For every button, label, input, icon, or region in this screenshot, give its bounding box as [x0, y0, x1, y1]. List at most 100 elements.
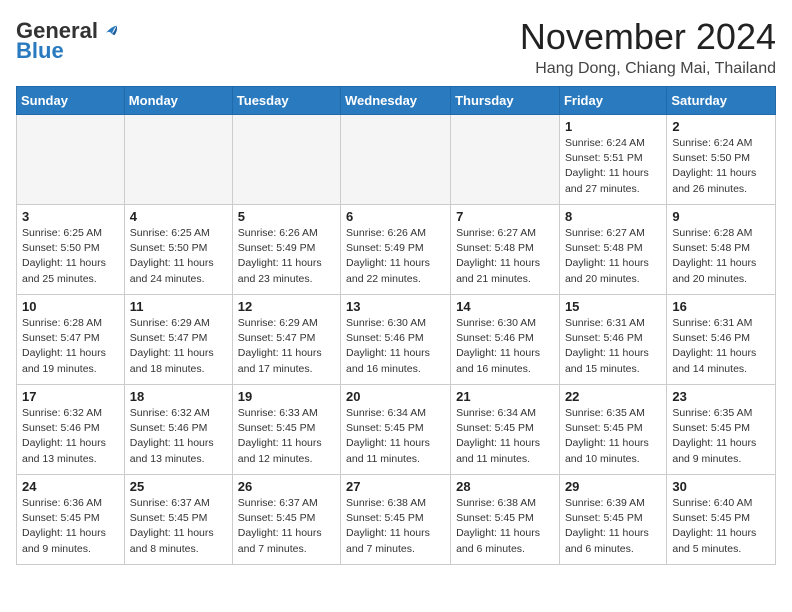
calendar-cell: 6 Sunrise: 6:26 AM Sunset: 5:49 PM Daylig…	[341, 205, 451, 295]
calendar-cell: 30 Sunrise: 6:40 AM Sunset: 5:45 PM Dayli…	[667, 475, 776, 565]
calendar-cell	[17, 115, 125, 205]
day-number: 17	[22, 389, 119, 404]
day-info: Sunrise: 6:39 AM Sunset: 5:45 PM Dayligh…	[565, 496, 661, 557]
day-info: Sunrise: 6:40 AM Sunset: 5:45 PM Dayligh…	[672, 496, 770, 557]
calendar-cell: 10 Sunrise: 6:28 AM Sunset: 5:47 PM Dayli…	[17, 295, 125, 385]
day-number: 15	[565, 299, 661, 314]
day-info: Sunrise: 6:34 AM Sunset: 5:45 PM Dayligh…	[456, 406, 554, 467]
day-info: Sunrise: 6:35 AM Sunset: 5:45 PM Dayligh…	[672, 406, 770, 467]
calendar-cell: 20 Sunrise: 6:34 AM Sunset: 5:45 PM Dayli…	[341, 385, 451, 475]
day-info: Sunrise: 6:26 AM Sunset: 5:49 PM Dayligh…	[238, 226, 335, 287]
calendar-week-2: 3 Sunrise: 6:25 AM Sunset: 5:50 PM Daylig…	[17, 205, 776, 295]
calendar-cell: 9Sunrise: 6:28 AM Sunset: 5:48 PM Daylig…	[667, 205, 776, 295]
day-info: Sunrise: 6:27 AM Sunset: 5:48 PM Dayligh…	[456, 226, 554, 287]
calendar-cell: 2 Sunrise: 6:24 AM Sunset: 5:50 PM Daylig…	[667, 115, 776, 205]
day-info: Sunrise: 6:33 AM Sunset: 5:45 PM Dayligh…	[238, 406, 335, 467]
calendar-cell: 29 Sunrise: 6:39 AM Sunset: 5:45 PM Dayli…	[559, 475, 666, 565]
calendar-cell: 24 Sunrise: 6:36 AM Sunset: 5:45 PM Dayli…	[17, 475, 125, 565]
calendar-week-5: 24 Sunrise: 6:36 AM Sunset: 5:45 PM Dayli…	[17, 475, 776, 565]
day-number: 10	[22, 299, 119, 314]
month-title: November 2024	[520, 16, 776, 58]
day-number: 5	[238, 209, 335, 224]
col-header-sunday: Sunday	[17, 87, 125, 115]
day-info: Sunrise: 6:37 AM Sunset: 5:45 PM Dayligh…	[238, 496, 335, 557]
day-number: 2	[672, 119, 770, 134]
logo-bird-icon	[100, 22, 118, 40]
day-info: Sunrise: 6:26 AM Sunset: 5:49 PM Dayligh…	[346, 226, 445, 287]
calendar-cell: 21Sunrise: 6:34 AM Sunset: 5:45 PM Dayli…	[451, 385, 560, 475]
day-number: 25	[130, 479, 227, 494]
col-header-wednesday: Wednesday	[341, 87, 451, 115]
day-number: 29	[565, 479, 661, 494]
day-number: 3	[22, 209, 119, 224]
day-number: 9	[672, 209, 770, 224]
calendar-cell	[451, 115, 560, 205]
day-number: 24	[22, 479, 119, 494]
calendar-cell: 26 Sunrise: 6:37 AM Sunset: 5:45 PM Dayli…	[232, 475, 340, 565]
day-info: Sunrise: 6:31 AM Sunset: 5:46 PM Dayligh…	[672, 316, 770, 377]
day-info: Sunrise: 6:38 AM Sunset: 5:45 PM Dayligh…	[346, 496, 445, 557]
day-info: Sunrise: 6:30 AM Sunset: 5:46 PM Dayligh…	[456, 316, 554, 377]
day-number: 22	[565, 389, 661, 404]
calendar-cell: 4Sunrise: 6:25 AM Sunset: 5:50 PM Daylig…	[124, 205, 232, 295]
calendar-cell: 3 Sunrise: 6:25 AM Sunset: 5:50 PM Daylig…	[17, 205, 125, 295]
logo: General Blue	[16, 20, 118, 62]
day-number: 8	[565, 209, 661, 224]
day-info: Sunrise: 6:28 AM Sunset: 5:47 PM Dayligh…	[22, 316, 119, 377]
day-info: Sunrise: 6:32 AM Sunset: 5:46 PM Dayligh…	[22, 406, 119, 467]
calendar-week-3: 10 Sunrise: 6:28 AM Sunset: 5:47 PM Dayli…	[17, 295, 776, 385]
day-info: Sunrise: 6:34 AM Sunset: 5:45 PM Dayligh…	[346, 406, 445, 467]
day-info: Sunrise: 6:30 AM Sunset: 5:46 PM Dayligh…	[346, 316, 445, 377]
day-number: 19	[238, 389, 335, 404]
calendar-cell: 1 Sunrise: 6:24 AM Sunset: 5:51 PM Daylig…	[559, 115, 666, 205]
calendar-cell: 22 Sunrise: 6:35 AM Sunset: 5:45 PM Dayli…	[559, 385, 666, 475]
day-info: Sunrise: 6:27 AM Sunset: 5:48 PM Dayligh…	[565, 226, 661, 287]
day-info: Sunrise: 6:32 AM Sunset: 5:46 PM Dayligh…	[130, 406, 227, 467]
day-number: 6	[346, 209, 445, 224]
calendar-week-4: 17 Sunrise: 6:32 AM Sunset: 5:46 PM Dayli…	[17, 385, 776, 475]
calendar-cell: 11 Sunrise: 6:29 AM Sunset: 5:47 PM Dayli…	[124, 295, 232, 385]
day-info: Sunrise: 6:35 AM Sunset: 5:45 PM Dayligh…	[565, 406, 661, 467]
day-number: 16	[672, 299, 770, 314]
calendar-cell: 17 Sunrise: 6:32 AM Sunset: 5:46 PM Dayli…	[17, 385, 125, 475]
day-info: Sunrise: 6:29 AM Sunset: 5:47 PM Dayligh…	[130, 316, 227, 377]
title-block: November 2024 Hang Dong, Chiang Mai, Tha…	[520, 16, 776, 78]
day-number: 28	[456, 479, 554, 494]
calendar-cell	[341, 115, 451, 205]
day-number: 7	[456, 209, 554, 224]
day-number: 4	[130, 209, 227, 224]
day-number: 14	[456, 299, 554, 314]
calendar-cell: 7 Sunrise: 6:27 AM Sunset: 5:48 PM Daylig…	[451, 205, 560, 295]
day-info: Sunrise: 6:36 AM Sunset: 5:45 PM Dayligh…	[22, 496, 119, 557]
calendar-cell: 15 Sunrise: 6:31 AM Sunset: 5:46 PM Dayli…	[559, 295, 666, 385]
calendar-cell	[124, 115, 232, 205]
day-number: 20	[346, 389, 445, 404]
day-info: Sunrise: 6:24 AM Sunset: 5:50 PM Dayligh…	[672, 136, 770, 197]
calendar-cell: 8 Sunrise: 6:27 AM Sunset: 5:48 PM Daylig…	[559, 205, 666, 295]
day-number: 23	[672, 389, 770, 404]
calendar-cell: 18Sunrise: 6:32 AM Sunset: 5:46 PM Dayli…	[124, 385, 232, 475]
day-number: 30	[672, 479, 770, 494]
day-info: Sunrise: 6:25 AM Sunset: 5:50 PM Dayligh…	[22, 226, 119, 287]
logo-blue-text: Blue	[16, 40, 64, 62]
day-info: Sunrise: 6:31 AM Sunset: 5:46 PM Dayligh…	[565, 316, 661, 377]
day-number: 11	[130, 299, 227, 314]
calendar-header: SundayMondayTuesdayWednesdayThursdayFrid…	[17, 87, 776, 115]
day-number: 12	[238, 299, 335, 314]
calendar-cell: 19 Sunrise: 6:33 AM Sunset: 5:45 PM Dayli…	[232, 385, 340, 475]
day-info: Sunrise: 6:29 AM Sunset: 5:47 PM Dayligh…	[238, 316, 335, 377]
col-header-tuesday: Tuesday	[232, 87, 340, 115]
calendar-cell	[232, 115, 340, 205]
calendar-cell: 27Sunrise: 6:38 AM Sunset: 5:45 PM Dayli…	[341, 475, 451, 565]
calendar-cell: 28 Sunrise: 6:38 AM Sunset: 5:45 PM Dayli…	[451, 475, 560, 565]
day-number: 1	[565, 119, 661, 134]
day-info: Sunrise: 6:24 AM Sunset: 5:51 PM Dayligh…	[565, 136, 661, 197]
day-info: Sunrise: 6:37 AM Sunset: 5:45 PM Dayligh…	[130, 496, 227, 557]
calendar-table: SundayMondayTuesdayWednesdayThursdayFrid…	[16, 86, 776, 565]
calendar-cell: 5 Sunrise: 6:26 AM Sunset: 5:49 PM Daylig…	[232, 205, 340, 295]
calendar-week-1: 1 Sunrise: 6:24 AM Sunset: 5:51 PM Daylig…	[17, 115, 776, 205]
day-info: Sunrise: 6:38 AM Sunset: 5:45 PM Dayligh…	[456, 496, 554, 557]
calendar-cell: 25 Sunrise: 6:37 AM Sunset: 5:45 PM Dayli…	[124, 475, 232, 565]
day-number: 26	[238, 479, 335, 494]
calendar-cell: 23 Sunrise: 6:35 AM Sunset: 5:45 PM Dayli…	[667, 385, 776, 475]
